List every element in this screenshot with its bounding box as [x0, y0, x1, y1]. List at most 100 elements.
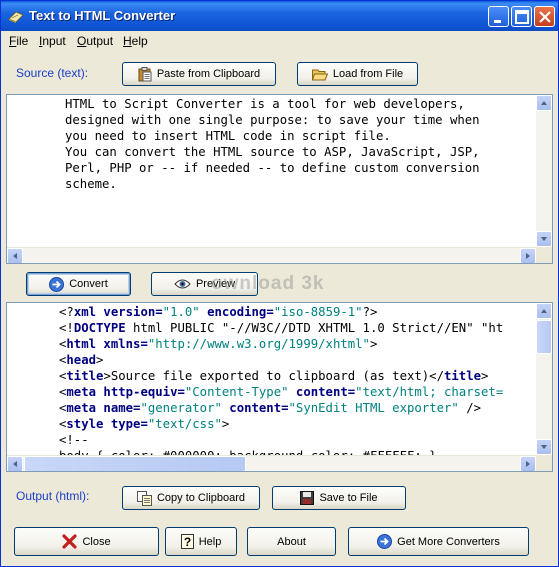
save-button-label: Save to File [319, 492, 378, 504]
window-title: Text to HTML Converter [29, 8, 176, 23]
code-token: "text/css" [147, 417, 222, 431]
eye-icon [174, 279, 191, 289]
convert-button[interactable]: Convert [26, 272, 131, 296]
source-label: Source (text): [16, 66, 89, 80]
preview-button-label: Preview [195, 278, 236, 290]
code-token: "Content-Type" [184, 385, 289, 399]
preview-button[interactable]: Preview [151, 272, 258, 296]
code-token: head [66, 353, 97, 367]
source-vertical-scrollbar[interactable] [536, 95, 552, 247]
load-from-file-button[interactable]: Load from File [297, 62, 418, 86]
copy-icon [136, 490, 152, 506]
forward-arrow-icon [377, 534, 393, 549]
menu-file[interactable]: File [9, 34, 28, 48]
code-token: > [96, 353, 104, 367]
help-button-label: Help [198, 535, 222, 548]
menu-bar: File Input Output Help [1, 31, 558, 50]
scroll-right-button[interactable] [520, 456, 536, 471]
get-more-converters-button[interactable]: Get More Converters [348, 527, 529, 556]
scroll-thumb[interactable] [536, 320, 552, 354]
code-token: <! [59, 321, 74, 335]
source-editor[interactable]: 1 2 3 4 5 6 HTML to Script Converter is … [6, 94, 553, 264]
floppy-disk-icon [300, 491, 315, 505]
paste-from-clipboard-button[interactable]: Paste from Clipboard [122, 62, 276, 86]
about-button-label: About [277, 535, 306, 548]
code-token: <? [59, 305, 74, 319]
code-token: "iso-8859-1" [273, 305, 363, 319]
output-code-line: <meta name="generator" content="SynEdit … [59, 401, 481, 415]
code-token: html PUBLIC [125, 321, 222, 335]
code-token: name= [96, 401, 141, 415]
output-editor[interactable]: 1 2 3 4 5 6 7 8 9 10 <?xml version="1.0"… [6, 302, 553, 472]
menu-input[interactable]: Input [39, 34, 66, 48]
output-vertical-scrollbar[interactable] [536, 303, 552, 455]
more-converters-label: Get More Converters [397, 535, 500, 548]
code-token: type= [103, 417, 148, 431]
code-token: "generator" [140, 401, 222, 415]
save-to-file-button[interactable]: Save to File [272, 486, 406, 510]
menu-help[interactable]: Help [123, 34, 148, 48]
output-code-line: <!-- [59, 433, 89, 447]
app-icon [8, 11, 24, 23]
scroll-up-button[interactable] [536, 95, 552, 111]
code-token: "-//W3C//DTD XHTML 1.0 Strict//EN" [221, 321, 474, 335]
close-button[interactable]: Close [14, 527, 159, 556]
open-folder-icon [311, 69, 328, 80]
app-window: Text to HTML Converter File Input Output… [0, 0, 559, 567]
code-token: > [369, 337, 378, 351]
code-token: xml [73, 305, 97, 319]
arrow-right-icon [526, 461, 530, 467]
close-window-button[interactable] [534, 6, 555, 27]
copy-to-clipboard-button[interactable]: Copy to Clipboard [122, 486, 260, 510]
scroll-thumb[interactable] [24, 456, 246, 471]
source-horizontal-scrollbar[interactable] [7, 247, 536, 263]
help-button[interactable]: ? Help [165, 527, 237, 556]
code-token: meta [66, 385, 97, 399]
output-horizontal-scrollbar[interactable] [7, 455, 536, 471]
scroll-corner [536, 455, 552, 471]
code-token: title [66, 369, 104, 383]
code-token: "1.0" [162, 305, 200, 319]
close-icon [539, 11, 551, 23]
scroll-down-button[interactable] [536, 231, 552, 247]
scroll-down-button[interactable] [536, 439, 552, 455]
scroll-corner [536, 247, 552, 263]
clipboard-icon [138, 66, 152, 81]
about-button[interactable]: About [247, 527, 336, 556]
arrow-up-icon [541, 309, 547, 313]
output-code-line: <title>Source file exported to clipboard… [59, 369, 488, 383]
arrow-down-icon [541, 445, 547, 449]
code-token: /> [458, 401, 482, 415]
arrow-left-icon [13, 253, 17, 259]
source-text-line: HTML to Script Converter is a tool for w… [65, 97, 465, 111]
title-bar[interactable]: Text to HTML Converter [1, 1, 558, 31]
menu-output-label: utput [86, 34, 114, 48]
menu-help-label: elp [131, 34, 148, 48]
code-token: content= [221, 401, 289, 415]
svg-text:?: ? [184, 535, 191, 549]
maximize-icon [515, 10, 529, 24]
scroll-right-button[interactable] [520, 248, 536, 263]
code-token: xmlns= [96, 337, 148, 351]
help-icon: ? [180, 534, 194, 549]
source-text-line: designed with one single purpose: to sav… [65, 113, 480, 127]
code-token: version= [96, 305, 163, 319]
maximize-button[interactable] [511, 6, 532, 27]
load-button-label: Load from File [332, 68, 404, 80]
scroll-left-button[interactable] [7, 248, 23, 263]
code-token: >Source file exported to clipboard (as t… [103, 369, 444, 383]
code-token: style [66, 417, 104, 431]
minimize-button[interactable] [488, 6, 509, 27]
scroll-left-button[interactable] [7, 456, 23, 471]
menu-file-label: ile [16, 34, 29, 48]
menu-help-mnemonic: H [123, 34, 132, 48]
source-text-line: You can convert the HTML source to ASP, … [65, 145, 480, 159]
code-token: title [444, 369, 482, 383]
menu-output[interactable]: Output [77, 34, 113, 48]
code-token: > [481, 369, 489, 383]
scroll-up-button[interactable] [536, 303, 552, 319]
paste-button-label: Paste from Clipboard [156, 68, 261, 80]
source-text-line: you need to insert HTML code in script f… [65, 129, 391, 143]
code-token: "SynEdit HTML exporter" [288, 401, 459, 415]
source-text-line: scheme. [65, 177, 117, 191]
